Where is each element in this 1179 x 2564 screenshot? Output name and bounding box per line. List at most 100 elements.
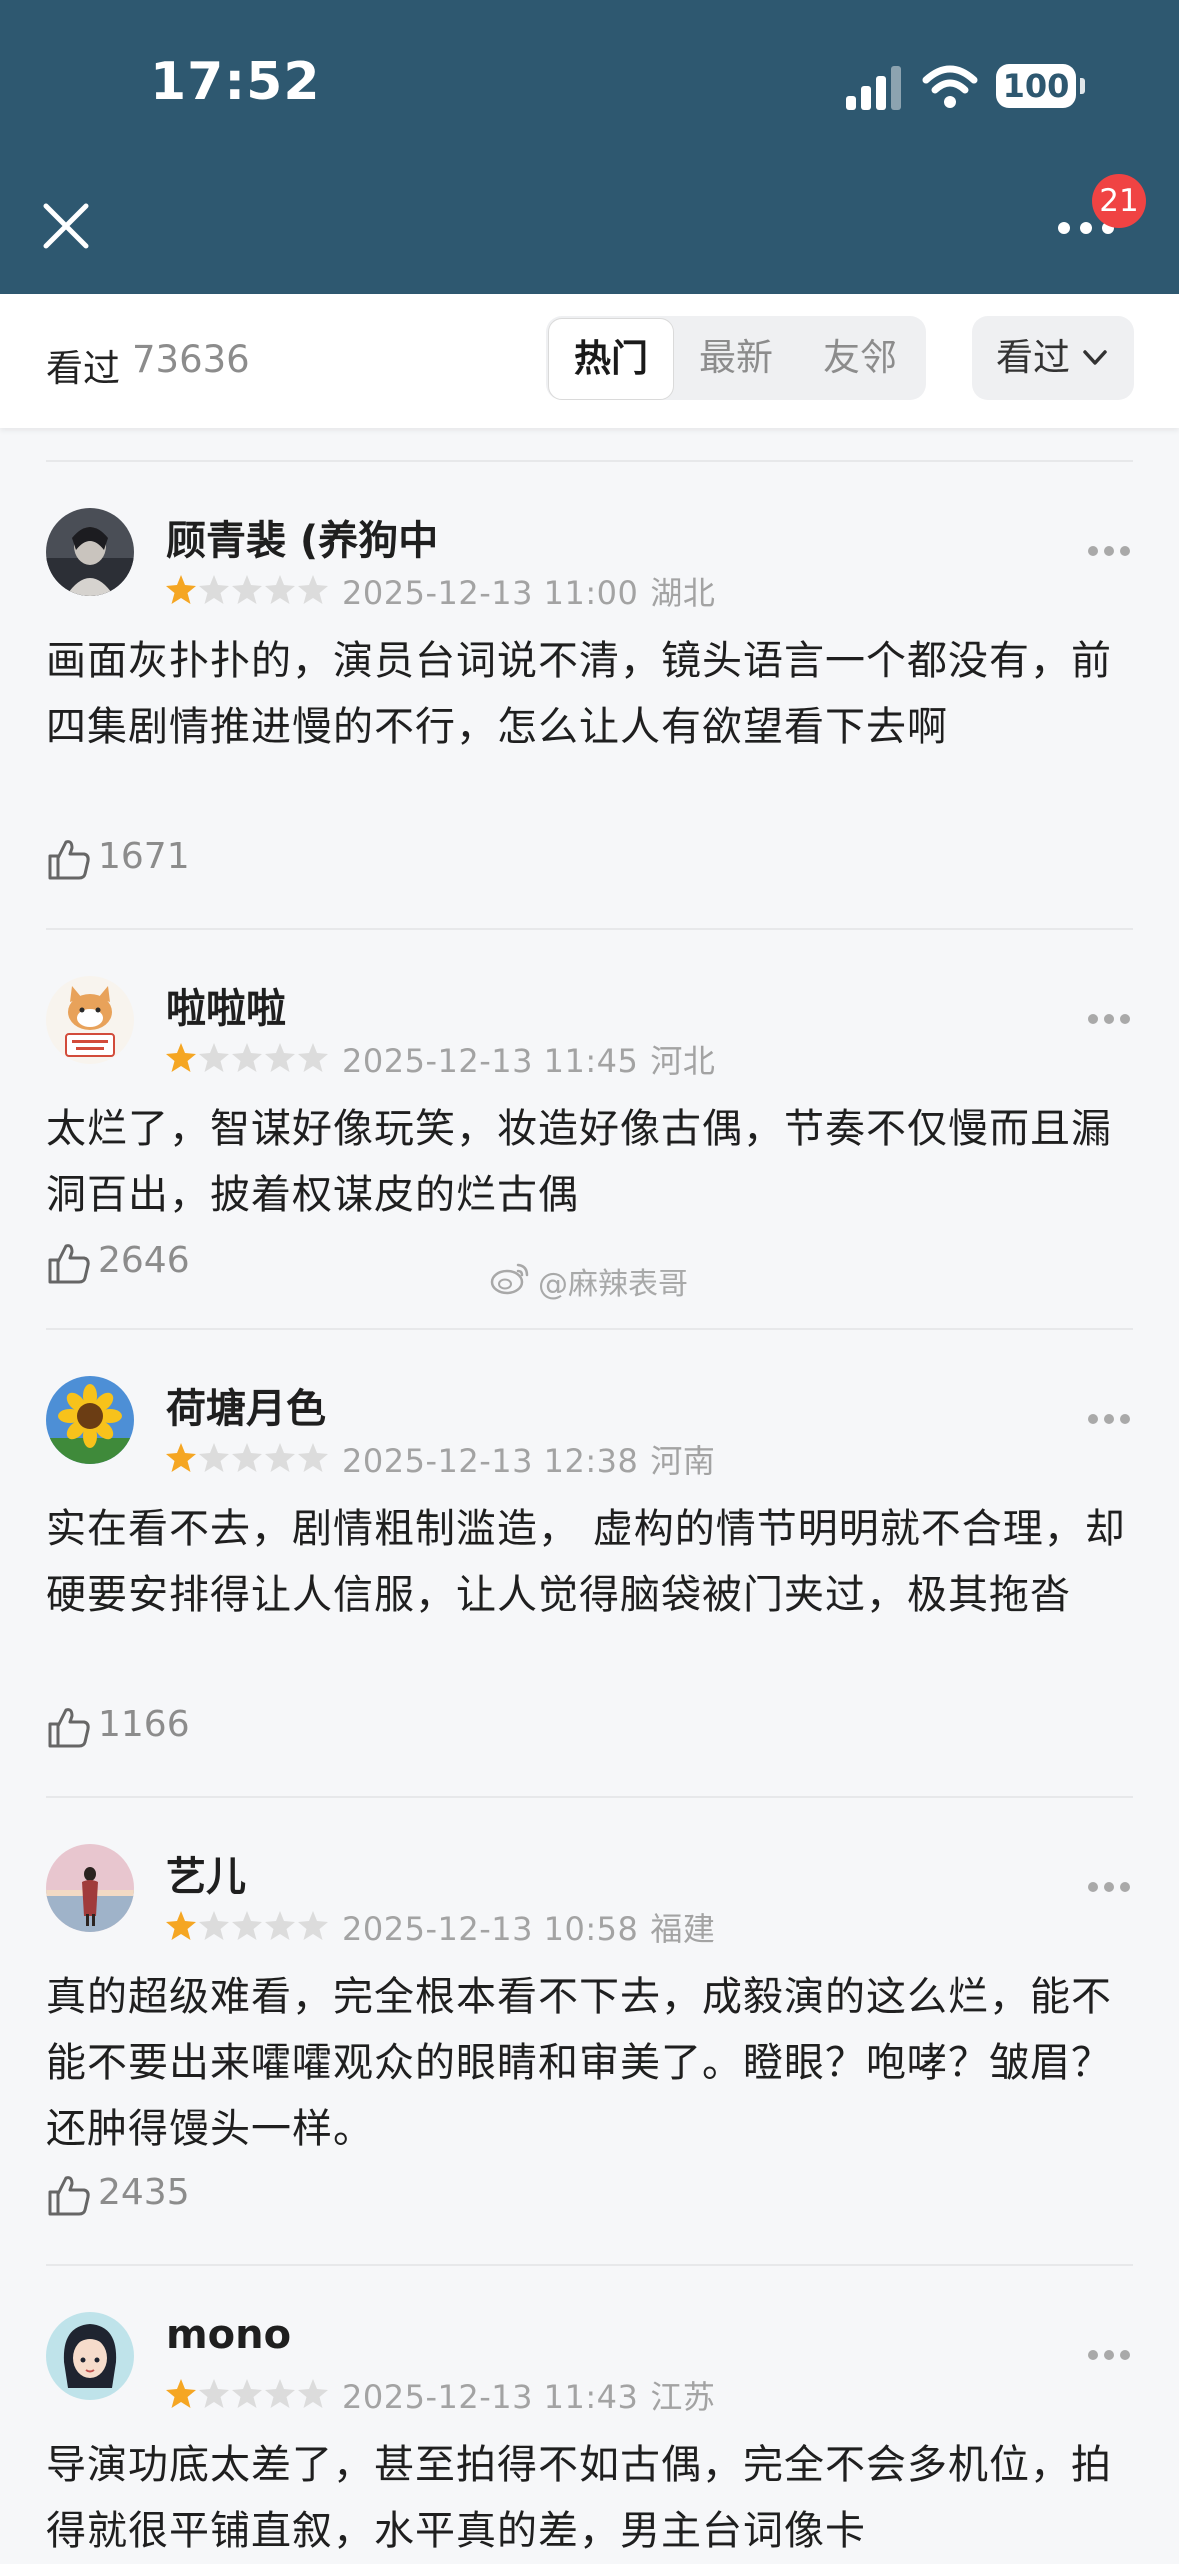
- review-date: 2025-12-13 11:00: [342, 574, 639, 612]
- watched-count-value: 73636: [132, 338, 250, 381]
- star-icon: [199, 1043, 229, 1072]
- review-meta: 2025-12-13 11:00 湖北: [342, 568, 715, 614]
- star-icon: [265, 2379, 295, 2408]
- star-icon: [166, 1443, 196, 1472]
- star-icon: [232, 2379, 262, 2408]
- dark-portrait-avatar: [46, 508, 134, 596]
- review-location: 福建: [650, 1910, 716, 1948]
- tab-friends[interactable]: 友邻: [800, 316, 920, 400]
- review-more-button[interactable]: [1086, 1012, 1132, 1026]
- cellular-signal-icon: [846, 66, 901, 110]
- star-icon: [166, 575, 196, 604]
- username[interactable]: 荷塘月色: [166, 1376, 326, 1434]
- anime-girl-avatar: [46, 2312, 134, 2400]
- review-location: 湖北: [650, 574, 716, 612]
- review-text: 导演功底太差了，甚至拍得不如古偶，完全不会多机位，拍得就很平铺直叙，水平真的差，…: [46, 2442, 1112, 2554]
- star-rating: [166, 2379, 328, 2408]
- review-location: 河北: [650, 1042, 716, 1080]
- review-text: 实在看不去，剧情粗制滥造， 虚构的情节明明就不合理，却硬要安排得让人信服，让人觉…: [46, 1506, 1126, 1618]
- thumbs-up-icon[interactable]: [46, 1240, 92, 1286]
- username[interactable]: mono: [166, 2312, 291, 2358]
- review-meta: 2025-12-13 10:58 福建: [342, 1904, 715, 1950]
- battery-icon: 100: [996, 64, 1076, 108]
- review-item: 荷塘月色 2025-12-13 12:38 河南 实在看不去，剧情粗制滥造， 虚构…: [0, 1328, 1179, 1796]
- user-avatar[interactable]: [46, 1376, 134, 1464]
- review-meta: 2025-12-13 11:43 江苏: [342, 2372, 715, 2418]
- review-item: 艺儿 2025-12-13 10:58 福建 真的超级难看，完全根本看不下去，成毅…: [0, 1796, 1179, 2264]
- star-icon: [298, 575, 328, 604]
- watched-filter-label: 看过: [996, 336, 1070, 379]
- review-more-button[interactable]: [1086, 2348, 1132, 2362]
- review-location: 河南: [650, 1442, 716, 1480]
- star-icon: [232, 1443, 262, 1472]
- user-avatar[interactable]: [46, 2312, 134, 2400]
- like-count: 1166: [98, 1704, 190, 1745]
- review-meta: 2025-12-13 11:45 河北: [342, 1036, 715, 1082]
- star-rating: [166, 1911, 328, 1940]
- star-rating: [166, 1043, 328, 1072]
- review-date: 2025-12-13 11:43: [342, 2378, 639, 2416]
- review-item: mono 2025-12-13 11:43 江苏 导演功底太差了，甚至拍得不如古偶…: [0, 2264, 1179, 2564]
- review-text: 太烂了，智谋好像玩笑，妆造好像古偶，节奏不仅慢而且漏洞百出，披着权谋皮的烂古偶: [46, 1106, 1112, 1218]
- thumbs-up-icon[interactable]: [46, 1704, 92, 1750]
- star-icon: [298, 1911, 328, 1940]
- review-meta: 2025-12-13 12:38 河南: [342, 1436, 715, 1482]
- watched-filter-dropdown[interactable]: 看过: [972, 316, 1134, 400]
- chevron-down-icon: [1083, 350, 1107, 365]
- star-icon: [199, 1911, 229, 1940]
- star-icon: [199, 575, 229, 604]
- like-count: 2646: [98, 1240, 190, 1281]
- review-date: 2025-12-13 11:45: [342, 1042, 639, 1080]
- star-icon: [232, 1043, 262, 1072]
- tab-hot[interactable]: 热门: [548, 318, 674, 400]
- top-bar: 17:52 100 21: [0, 0, 1179, 294]
- filter-bar: 看过 73636 热门 最新 友邻 看过: [0, 294, 1179, 428]
- star-icon: [199, 2379, 229, 2408]
- review-location: 江苏: [650, 2378, 716, 2416]
- user-avatar[interactable]: [46, 508, 134, 596]
- review-text: 真的超级难看，完全根本看不下去，成毅演的这么烂，能不能不要出来嚯嚯观众的眼睛和审…: [46, 1974, 1112, 2152]
- star-icon: [298, 1043, 328, 1072]
- watched-count-label: 看过: [46, 347, 120, 390]
- star-icon: [265, 1443, 295, 1472]
- review-text: 画面灰扑扑的，演员台词说不清，镜头语言一个都没有，前四集剧情推进慢的不行，怎么让…: [46, 638, 1112, 750]
- star-icon: [265, 1911, 295, 1940]
- notification-badge: 21: [1092, 174, 1146, 228]
- username[interactable]: 啦啦啦: [166, 976, 286, 1034]
- review-item: 顾青裴 (养狗中 2025-12-13 11:00 湖北 画面灰扑扑的，演员台词说…: [0, 460, 1179, 928]
- review-date: 2025-12-13 10:58: [342, 1910, 639, 1948]
- username[interactable]: 艺儿: [166, 1844, 246, 1902]
- star-icon: [265, 575, 295, 604]
- battery-level: 100: [1002, 67, 1070, 105]
- tab-latest[interactable]: 最新: [676, 316, 796, 400]
- wifi-icon: [922, 65, 978, 108]
- star-rating: [166, 1443, 328, 1472]
- star-icon: [166, 1911, 196, 1940]
- username[interactable]: 顾青裴 (养狗中: [166, 508, 438, 566]
- star-icon: [265, 1043, 295, 1072]
- star-icon: [199, 1443, 229, 1472]
- star-icon: [166, 1043, 196, 1072]
- status-time: 17:52: [150, 52, 321, 112]
- thumbs-up-icon[interactable]: [46, 836, 92, 882]
- like-count: 2435: [98, 2172, 190, 2213]
- review-more-button[interactable]: [1086, 1880, 1132, 1894]
- battery-nub: [1080, 78, 1085, 94]
- review-date: 2025-12-13 12:38: [342, 1442, 639, 1480]
- user-avatar[interactable]: [46, 1844, 134, 1932]
- sunflower-avatar: [46, 1376, 134, 1464]
- close-button[interactable]: [36, 196, 96, 256]
- like-count: 1671: [98, 836, 190, 877]
- weibo-logo-icon: [490, 1263, 529, 1295]
- star-icon: [232, 575, 262, 604]
- star-icon: [298, 2379, 328, 2408]
- star-icon: [298, 1443, 328, 1472]
- star-rating: [166, 575, 328, 604]
- shiba-dog-avatar: [46, 976, 134, 1064]
- review-more-button[interactable]: [1086, 1412, 1132, 1426]
- thumbs-up-icon[interactable]: [46, 2172, 92, 2218]
- watermark-text: @麻辣表哥: [538, 1267, 688, 1302]
- user-avatar[interactable]: [46, 976, 134, 1064]
- star-icon: [166, 2379, 196, 2408]
- review-more-button[interactable]: [1086, 544, 1132, 558]
